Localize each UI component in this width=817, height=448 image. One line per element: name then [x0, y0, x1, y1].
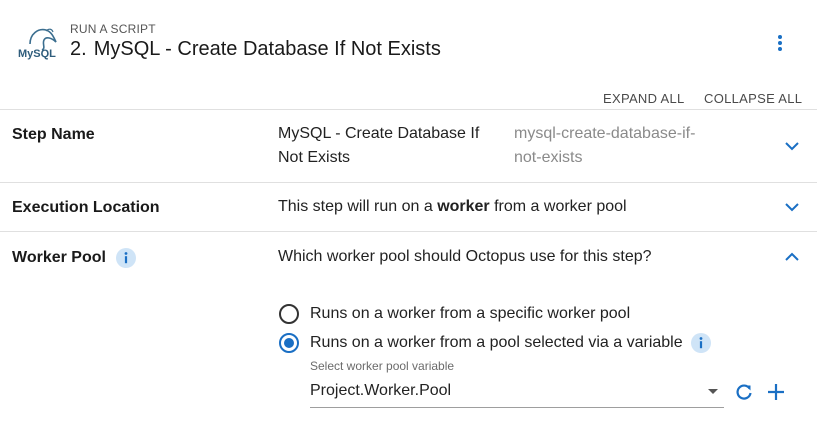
step-name-section[interactable]: Step Name MySQL - Create Database If Not…: [0, 110, 817, 183]
radio-option-specific-pool[interactable]: Runs on a worker from a specific worker …: [278, 303, 630, 325]
worker-pool-label: Worker Pool: [12, 248, 137, 268]
worker-pool-label-text: Worker Pool: [12, 249, 106, 267]
worker-pool-variable-select[interactable]: Project.Worker.Pool: [310, 378, 724, 408]
more-vertical-icon[interactable]: [770, 32, 790, 54]
radio-label-variable-pool: Runs on a worker from a pool selected vi…: [310, 334, 683, 351]
execution-text-bold: worker: [437, 198, 490, 215]
step-kind: RUN A SCRIPT: [70, 22, 156, 36]
step-name-label: Step Name: [12, 126, 95, 143]
step-name-value: MySQL - Create Database If Not Exists: [278, 122, 479, 170]
chevron-down-icon[interactable]: [782, 136, 802, 156]
chevron-down-icon[interactable]: [782, 197, 802, 217]
execution-text-before: This step will run on a: [278, 198, 438, 215]
step-number: 2.: [70, 38, 87, 60]
step-slug-value: mysql-create-database-if- not-exists: [514, 122, 695, 170]
radio-unchecked-icon[interactable]: [278, 303, 300, 325]
radio-option-variable-pool[interactable]: Runs on a worker from a pool selected vi…: [278, 332, 711, 354]
worker-pool-variable-value: Project.Worker.Pool: [310, 382, 452, 399]
step-slug-line2: not-exists: [514, 149, 583, 166]
step-name-value-line2: Not Exists: [278, 149, 351, 166]
step-slug-line1: mysql-create-database-if-: [514, 125, 696, 142]
worker-pool-question: Which worker pool should Octopus use for…: [278, 248, 652, 265]
info-icon[interactable]: [116, 248, 137, 268]
step-name-value-line1: MySQL - Create Database If: [278, 125, 480, 142]
worker-pool-variable-label: Select worker pool variable: [310, 359, 455, 373]
page-title: 2. MySQL - Create Database If Not Exists: [70, 38, 441, 61]
caret-down-icon[interactable]: [708, 389, 718, 394]
step-title-text: MySQL - Create Database If Not Exists: [93, 38, 441, 60]
step-header: MySQL RUN A SCRIPT 2. MySQL - Create Data…: [0, 0, 817, 110]
radio-label-specific-pool: Runs on a worker from a specific worker …: [310, 305, 631, 322]
add-icon[interactable]: [766, 382, 786, 402]
mysql-logo: MySQL: [18, 28, 57, 60]
execution-text-after: from a worker pool: [489, 198, 627, 215]
execution-location-value: This step will run on a worker from a wo…: [278, 195, 627, 219]
info-icon[interactable]: [690, 333, 711, 353]
collapse-all-button[interactable]: COLLAPSE ALL: [704, 91, 802, 106]
radio-checked-icon[interactable]: [278, 332, 300, 354]
execution-location-label: Execution Location: [12, 199, 160, 216]
refresh-icon[interactable]: [734, 382, 754, 402]
svg-text:MySQL: MySQL: [18, 48, 56, 60]
expand-all-button[interactable]: EXPAND ALL: [603, 91, 685, 106]
chevron-up-icon[interactable]: [782, 247, 802, 267]
execution-location-section[interactable]: Execution Location This step will run on…: [0, 183, 817, 232]
